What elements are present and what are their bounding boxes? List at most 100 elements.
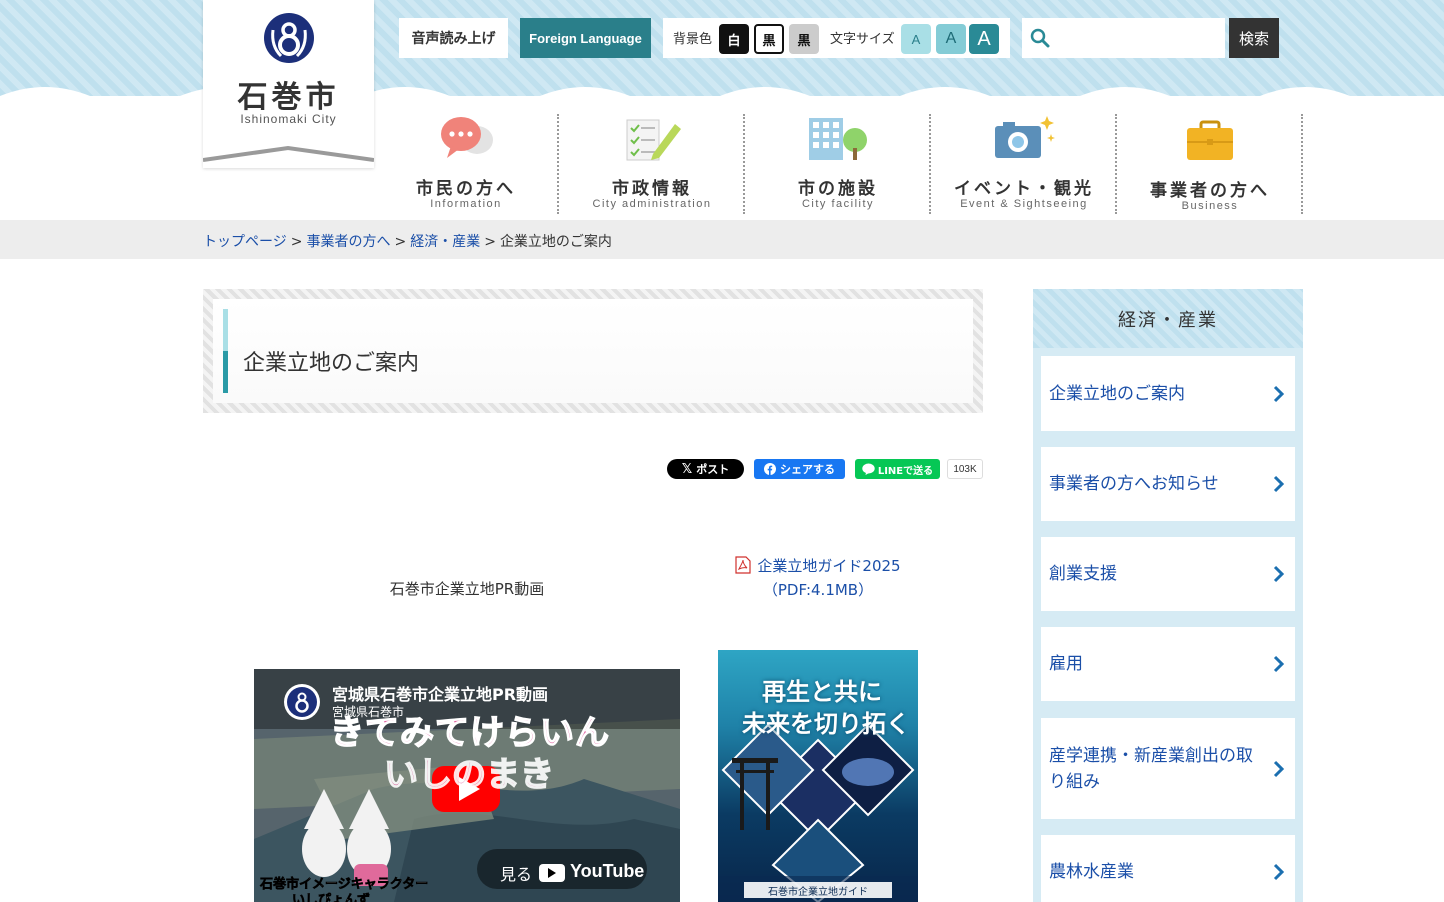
breadcrumb-link-business[interactable]: 事業者の方へ (306, 234, 390, 250)
nav-item-events-sightseeing[interactable]: イベント・観光 Event & Sightseeing (931, 114, 1117, 214)
chevron-right-icon (1273, 760, 1285, 777)
nav-label: 市政情報 (612, 179, 692, 199)
page-title-frame: 企業立地のご案内 (203, 289, 983, 413)
share-line-button[interactable]: LINEで送る (855, 459, 940, 479)
breadcrumb-separator: > (394, 234, 407, 250)
breadcrumb-bar: トップページ > 事業者の方へ > 経済・産業 > 企業立地のご案内 (0, 220, 1444, 259)
sidebar-item-label: 事業者の方へお知らせ (1049, 474, 1219, 494)
title-accent (223, 351, 228, 393)
bg-gray-button[interactable]: 黒 (789, 24, 819, 54)
main-navigation: 市民の方へ Information 市政情報 City administrati… (373, 108, 1303, 216)
chevron-right-icon (1273, 863, 1285, 881)
site-logo[interactable]: 石巻市 Ishinomaki City (203, 0, 374, 168)
background-color-label: 背景色 (673, 32, 713, 47)
title-accent (223, 309, 228, 351)
nav-sublabel: Information (430, 198, 502, 210)
logo-name: 石巻市 (237, 80, 340, 115)
nav-item-residents[interactable]: 市民の方へ Information (373, 114, 559, 214)
font-size-small-button[interactable]: A (901, 24, 931, 54)
pdf-guide-link[interactable]: 企業立地ガイド2025 （PDF:4.1MB） (718, 554, 918, 602)
sidebar-item-label: 雇用 (1049, 654, 1083, 674)
briefcase-icon (1187, 120, 1233, 160)
share-count-badge: 103K (947, 459, 983, 479)
font-size-label: 文字サイズ (830, 32, 895, 47)
video-overlay-text-2: いしのまき (383, 754, 555, 796)
video-footer-line-2: いしぴょんず (292, 893, 371, 902)
sidebar-item-location-guide[interactable]: 企業立地のご案内 (1041, 356, 1295, 431)
sidebar-item-agriculture-fishery[interactable]: 農林水産業 (1041, 835, 1295, 902)
sidebar-item-employment[interactable]: 雇用 (1041, 627, 1295, 701)
chevron-right-icon (1273, 565, 1285, 583)
share-line-label: LINEで送る (877, 465, 934, 477)
logo-ribbon (203, 145, 374, 168)
nav-sublabel: Business (1181, 200, 1239, 212)
guide-headline-1: 再生と共に (762, 677, 882, 706)
sidebar-item-business-news[interactable]: 事業者の方へお知らせ (1041, 447, 1295, 521)
video-title: 宮城県石巻市企業立地PR動画 (332, 685, 549, 704)
breadcrumb: トップページ > 事業者の方へ > 経済・産業 > 企業立地のご案内 (203, 231, 612, 251)
breadcrumb-separator: > (290, 234, 303, 250)
breadcrumb-current: 企業立地のご案内 (499, 234, 612, 250)
sidebar-heading: 経済・産業 (1033, 289, 1303, 348)
nav-sublabel: City administration (592, 198, 712, 210)
nav-label: 市の施設 (798, 179, 878, 199)
share-facebook-button[interactable]: シェアする (754, 459, 845, 479)
bg-black-button[interactable]: 黒 (754, 24, 784, 54)
guide-headline-2: 未来を切り拓く (742, 709, 910, 738)
share-facebook-label: シェアする (780, 463, 835, 476)
page-title-box: 企業立地のご案内 (213, 299, 973, 403)
guide-footer-title: 石巻市企業立地ガイド (768, 887, 868, 898)
speech-bubbles-icon (441, 117, 493, 158)
checklist-pencil-icon (626, 119, 681, 161)
nav-label: 市民の方へ (416, 179, 516, 199)
font-size-medium-button[interactable]: A (936, 24, 966, 54)
x-logo-icon: 𝕏 (681, 461, 693, 477)
video-caption: 石巻市企業立地PR動画 (389, 580, 545, 598)
sidebar-item-label: 企業立地のご案内 (1049, 383, 1185, 404)
bg-white-button[interactable]: 白 (719, 24, 749, 54)
search-icon (1030, 28, 1050, 48)
nav-item-city-facility[interactable]: 市の施設 City facility (745, 114, 931, 214)
chevron-right-icon (1273, 475, 1285, 493)
facebook-icon (764, 463, 776, 475)
camera-icon (995, 116, 1055, 158)
search-box (1022, 18, 1225, 58)
search-button[interactable]: 検索 (1229, 18, 1279, 58)
breadcrumb-link-top[interactable]: トップページ (203, 234, 287, 250)
youtube-video-embed[interactable]: 宮城県石巻市企業立地PR動画 宮城県石巻市 きてみてけらいん いしのまき 見る … (254, 669, 680, 902)
nav-item-business[interactable]: 事業者の方へ Business (1117, 114, 1303, 214)
investment-guide-cover[interactable]: 再生と共に 未来を切り拓く 石巻市企業立地ガイド (718, 650, 918, 902)
nav-sublabel: City facility (801, 198, 875, 210)
nav-label: 事業者の方へ (1150, 181, 1270, 201)
text-to-speech-button[interactable]: 音声読み上げ (399, 18, 508, 58)
foreign-language-button[interactable]: Foreign Language (520, 18, 651, 58)
sidebar-menu: 企業立地のご案内 事業者の方へお知らせ 創業支援 雇用 産学連携・新産業創出の取… (1033, 348, 1303, 902)
pdf-file-icon (735, 556, 752, 574)
display-settings: 背景色 白 黒 黒 文字サイズ A A A (663, 18, 1010, 58)
pdf-link-title: 企業立地ガイド2025 (757, 557, 901, 575)
page-title: 企業立地のご案内 (243, 351, 420, 376)
nav-item-city-administration[interactable]: 市政情報 City administration (559, 114, 745, 214)
sidebar-item-label: 産学連携・新産業創出の取り組み (1049, 745, 1253, 792)
share-x-label: ポスト (696, 463, 730, 476)
font-size-large-button[interactable]: A (969, 24, 999, 54)
chevron-right-icon (1273, 655, 1285, 673)
sidebar-item-startup-support[interactable]: 創業支援 (1041, 537, 1295, 611)
city-emblem-icon (264, 13, 314, 63)
sidebar-item-industry-academia[interactable]: 産学連携・新産業創出の取り組み (1041, 718, 1295, 819)
nav-divider (1301, 114, 1303, 214)
watch-on-label: 見る (500, 865, 533, 884)
search-input[interactable] (1058, 22, 1220, 54)
breadcrumb-separator: > (484, 234, 496, 250)
share-x-button[interactable]: 𝕏 ポスト (667, 459, 744, 479)
line-icon (862, 463, 875, 475)
sidebar-item-label: 農林水産業 (1049, 862, 1134, 882)
nav-label: イベント・観光 (954, 179, 1094, 199)
building-tree-icon (809, 118, 867, 160)
youtube-logo-text: YouTube (570, 861, 645, 881)
breadcrumb-link-economy[interactable]: 経済・産業 (410, 234, 480, 250)
pdf-link-size: （PDF:4.1MB） (762, 581, 874, 599)
logo-subtitle: Ishinomaki City (240, 112, 337, 126)
nav-sublabel: Event & Sightseeing (960, 198, 1088, 210)
sidebar-item-label: 創業支援 (1049, 564, 1117, 584)
